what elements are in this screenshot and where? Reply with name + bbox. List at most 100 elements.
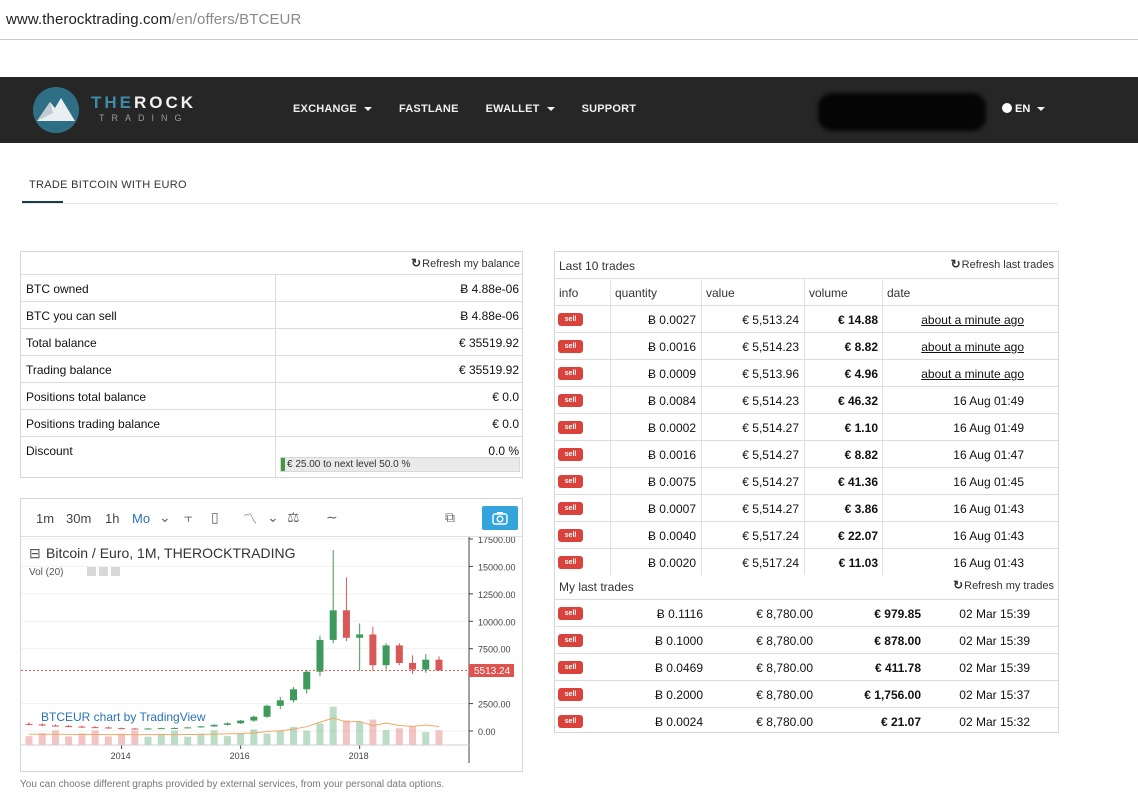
trade-date-link[interactable]: about a minute ago: [921, 340, 1024, 354]
language-selector[interactable]: EN: [1002, 103, 1046, 115]
url-text[interactable]: www.therocktrading.com/en/offers/BTCEUR: [6, 11, 301, 28]
nav-menu: EXCHANGE FASTLANE EWALLET SUPPORT: [293, 103, 663, 115]
refresh-icon: ↻: [953, 578, 964, 592]
trade-volume: € 22.07: [837, 529, 878, 543]
drawing-tool-icon[interactable]: ∼: [326, 509, 338, 526]
sell-badge: sell: [558, 448, 583, 461]
compare-icon[interactable]: ⚖: [287, 509, 300, 526]
bar-style-icon[interactable]: ⫟: [184, 509, 192, 526]
indicators-icon[interactable]: 〽: [243, 509, 257, 529]
trade-date: 16 Aug 01:43: [953, 502, 1024, 516]
trade-quantity: Ƀ 0.0016: [647, 448, 696, 462]
timeframe-1m[interactable]: 1m: [36, 511, 54, 526]
header-quantity: quantity: [615, 286, 658, 300]
last-price-label: 5513.24: [474, 666, 511, 677]
trades-panel: Last 10 trades ↻Refresh last trades info…: [554, 251, 1059, 733]
sell-badge: sell: [558, 367, 583, 380]
trade-volume: € 8.82: [844, 448, 878, 462]
volume-bar: [303, 730, 311, 745]
column-divider: [610, 495, 611, 521]
price-tick-label: 2500.00: [478, 700, 511, 710]
trade-row: sell Ƀ 0.0007 € 5,514.27 € 3.86 16 Aug 01:43: [555, 494, 1058, 521]
sell-badge: sell: [558, 607, 583, 620]
column-divider: [804, 441, 805, 467]
sell-badge: sell: [558, 661, 583, 674]
volume-bar: [91, 730, 99, 745]
column-divider: [275, 410, 276, 436]
refresh-balance-label: Refresh my balance: [422, 258, 520, 270]
candle-body: [356, 634, 364, 638]
tradingview-chart[interactable]: 1m 30m 1h Mo ⌄ ⫟ ▯ 〽 ⌄ ⚖ ∼ ⧉ 17500.00 150…: [20, 498, 523, 772]
address-bar[interactable]: www.therocktrading.com/en/offers/BTCEUR: [0, 0, 1138, 40]
header-info: info: [559, 286, 579, 300]
nav-support[interactable]: SUPPORT: [582, 103, 637, 115]
trade-date-link[interactable]: about a minute ago: [921, 313, 1024, 327]
tab-trade-bitcoin-euro[interactable]: TRADE BITCOIN WITH EURO: [29, 179, 187, 191]
column-divider: [882, 279, 883, 305]
snapshot-button[interactable]: [482, 506, 518, 530]
nav-ewallet[interactable]: EWALLET: [486, 103, 555, 115]
caret-down-icon: [546, 107, 555, 112]
trade-row: sell Ƀ 0.0016 € 5,514.23 € 8.82 about a minu…: [555, 332, 1058, 359]
sell-badge: sell: [558, 634, 583, 647]
candle-body: [303, 671, 311, 690]
column-divider: [275, 356, 276, 382]
trade-date-link[interactable]: about a minute ago: [921, 367, 1024, 381]
time-tick-label: 2018: [349, 751, 369, 761]
refresh-balance-link[interactable]: ↻Refresh my balance: [411, 256, 520, 270]
sell-badge: sell: [558, 556, 583, 569]
price-chart-plot[interactable]: 17500.00 15000.00 12500.00 10000.00 7500.00 2…: [21, 537, 522, 772]
trade-row: sell Ƀ 0.0016 € 5,514.27 € 8.82 16 Aug 01:47: [555, 440, 1058, 467]
column-divider: [882, 360, 883, 386]
column-divider: [610, 468, 611, 494]
candle-body: [170, 727, 178, 729]
sell-badge: sell: [558, 502, 583, 515]
trade-value: € 5,514.27: [742, 502, 799, 516]
candle-body: [409, 662, 417, 670]
header-volume: volume: [809, 286, 848, 300]
candle-body: [25, 723, 33, 725]
trade-volume: € 878.00: [874, 634, 921, 648]
header-value: value: [706, 286, 735, 300]
indicator-settings-icon[interactable]: [87, 567, 96, 576]
nav-exchange[interactable]: EXCHANGE: [293, 103, 372, 115]
candle-body: [104, 727, 112, 729]
column-divider: [701, 360, 702, 386]
indicator-close-icon[interactable]: [111, 567, 120, 576]
trade-volume: € 41.36: [837, 475, 878, 489]
balance-value: Ƀ 4.88e-06: [460, 282, 519, 296]
redacted-account-area: [818, 93, 986, 131]
column-divider: [610, 333, 611, 359]
trade-date: 16 Aug 01:49: [953, 394, 1024, 408]
popout-icon[interactable]: ⧉: [445, 509, 455, 526]
candle-body: [422, 659, 430, 670]
trade-value: € 8,780.00: [756, 715, 813, 729]
candle-style-icon[interactable]: ▯: [211, 509, 219, 526]
volume-bar: [435, 730, 443, 745]
chevron-down-icon[interactable]: ⌄: [159, 509, 171, 526]
tradingview-attribution-link[interactable]: BTCEUR chart by TradingView: [41, 710, 206, 724]
timeframe-1h[interactable]: 1h: [105, 511, 119, 526]
trade-value: € 5,514.23: [742, 340, 799, 354]
trade-date: 16 Aug 01:43: [953, 556, 1024, 570]
timeframe-30m[interactable]: 30m: [66, 511, 91, 526]
refresh-last-trades-link[interactable]: ↻Refresh last trades: [951, 257, 1054, 271]
logo-rock: ROCK: [134, 93, 197, 112]
indicator-hide-icon[interactable]: [99, 567, 108, 576]
trade-quantity: Ƀ 0.0075: [647, 475, 696, 489]
collapse-legend-icon[interactable]: ⊟: [29, 545, 41, 561]
column-divider: [610, 279, 611, 305]
volume-bar: [409, 726, 417, 745]
chevron-down-icon[interactable]: ⌄: [267, 509, 279, 526]
volume-bar: [65, 736, 73, 745]
volume-bar: [144, 736, 152, 745]
refresh-my-trades-link[interactable]: ↻Refresh my trades: [953, 578, 1054, 592]
trade-date: 02 Mar 15:39: [959, 661, 1030, 675]
trade-date: 16 Aug 01:47: [953, 448, 1024, 462]
column-divider: [610, 522, 611, 548]
timeframe-month[interactable]: Mo: [132, 511, 150, 526]
refresh-icon: ↻: [950, 257, 961, 271]
sell-badge: sell: [558, 340, 583, 353]
site-logo[interactable]: THEROCK TRADING: [33, 87, 203, 133]
nav-fastlane[interactable]: FASTLANE: [399, 103, 459, 115]
